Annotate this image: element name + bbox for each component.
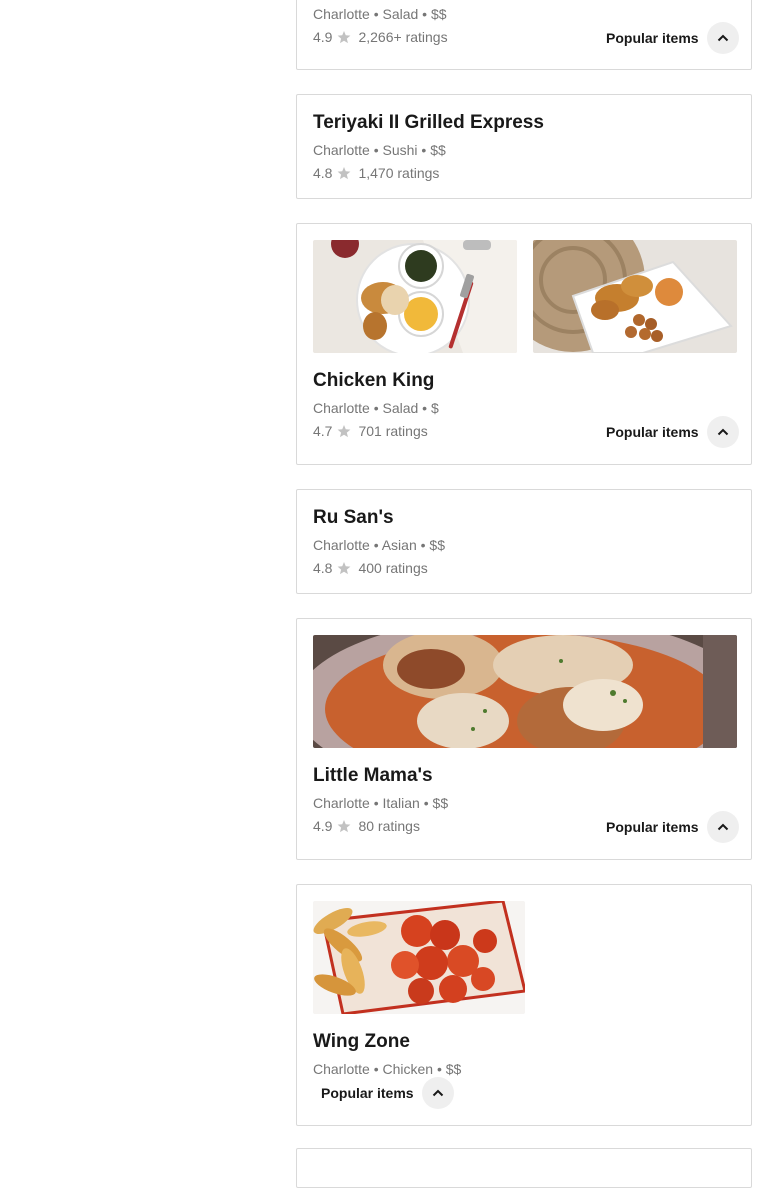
restaurant-meta: Charlotte • Chicken • $$ <box>313 1061 462 1077</box>
food-photo[interactable] <box>313 240 517 353</box>
restaurant-rating: 4.9 2,266+ ratings <box>313 29 448 45</box>
food-photo[interactable] <box>313 635 737 748</box>
restaurant-card[interactable] <box>296 1148 752 1188</box>
rating-count: 2,266+ ratings <box>358 29 448 45</box>
restaurant-card[interactable]: Little Mama's Charlotte • Italian • $$ 4… <box>296 618 752 860</box>
popular-items-label: Popular items <box>606 819 699 835</box>
restaurant-name[interactable]: Ru San's <box>313 507 394 529</box>
popular-items-toggle[interactable]: Popular items <box>606 22 739 54</box>
restaurant-rating: 4.7 701 ratings <box>313 423 428 439</box>
popular-items-toggle[interactable]: Popular items <box>606 811 739 843</box>
popular-items-toggle[interactable]: Popular items <box>321 1077 454 1109</box>
restaurant-rating: 4.8 400 ratings <box>313 560 428 576</box>
restaurant-meta: Charlotte • Salad • $ <box>313 400 439 416</box>
rating-value: 4.9 <box>313 818 333 834</box>
restaurant-name[interactable]: Little Mama's <box>313 765 433 787</box>
star-icon <box>337 819 351 833</box>
food-photo[interactable] <box>533 240 737 353</box>
restaurant-card[interactable]: Teriyaki II Grilled Express Charlotte • … <box>296 94 752 199</box>
restaurant-name[interactable]: Wing Zone <box>313 1031 410 1053</box>
restaurant-meta: Charlotte • Italian • $$ <box>313 795 449 811</box>
restaurant-meta: Charlotte • Asian • $$ <box>313 537 445 553</box>
rating-value: 4.8 <box>313 165 333 181</box>
chevron-up-icon[interactable] <box>706 811 739 843</box>
popular-items-toggle[interactable]: Popular items <box>606 416 739 448</box>
popular-items-label: Popular items <box>606 30 699 46</box>
restaurant-card[interactable]: Wing Zone Charlotte • Chicken • $$ Popul… <box>296 884 752 1126</box>
restaurant-name[interactable]: Teriyaki II Grilled Express <box>313 112 544 134</box>
star-icon <box>337 561 351 575</box>
food-photo[interactable] <box>313 901 525 1014</box>
popular-items-label: Popular items <box>321 1085 414 1101</box>
restaurant-meta: Charlotte • Sushi • $$ <box>313 142 446 158</box>
rating-count: 400 ratings <box>358 560 428 576</box>
restaurant-card[interactable]: Chicken King Charlotte • Salad • $ 4.7 7… <box>296 223 752 465</box>
restaurant-card[interactable]: Charlotte • Salad • $$ 4.9 2,266+ rating… <box>296 0 752 70</box>
restaurant-name[interactable]: Chicken King <box>313 370 434 392</box>
rating-count: 80 ratings <box>358 818 420 834</box>
popular-items-label: Popular items <box>606 424 699 440</box>
star-icon <box>337 166 351 180</box>
rating-value: 4.8 <box>313 560 333 576</box>
star-icon <box>337 424 351 438</box>
rating-value: 4.7 <box>313 423 333 439</box>
chevron-up-icon[interactable] <box>706 22 739 54</box>
restaurant-rating: 4.9 80 ratings <box>313 818 420 834</box>
chevron-up-icon[interactable] <box>421 1077 454 1109</box>
rating-count: 701 ratings <box>358 423 428 439</box>
rating-value: 4.9 <box>313 29 333 45</box>
restaurant-rating: 4.8 1,470 ratings <box>313 165 439 181</box>
chevron-up-icon[interactable] <box>706 416 739 448</box>
restaurant-meta: Charlotte • Salad • $$ <box>313 6 447 22</box>
star-icon <box>337 30 351 44</box>
rating-count: 1,470 ratings <box>358 165 440 181</box>
restaurant-card[interactable]: Ru San's Charlotte • Asian • $$ 4.8 400 … <box>296 489 752 594</box>
